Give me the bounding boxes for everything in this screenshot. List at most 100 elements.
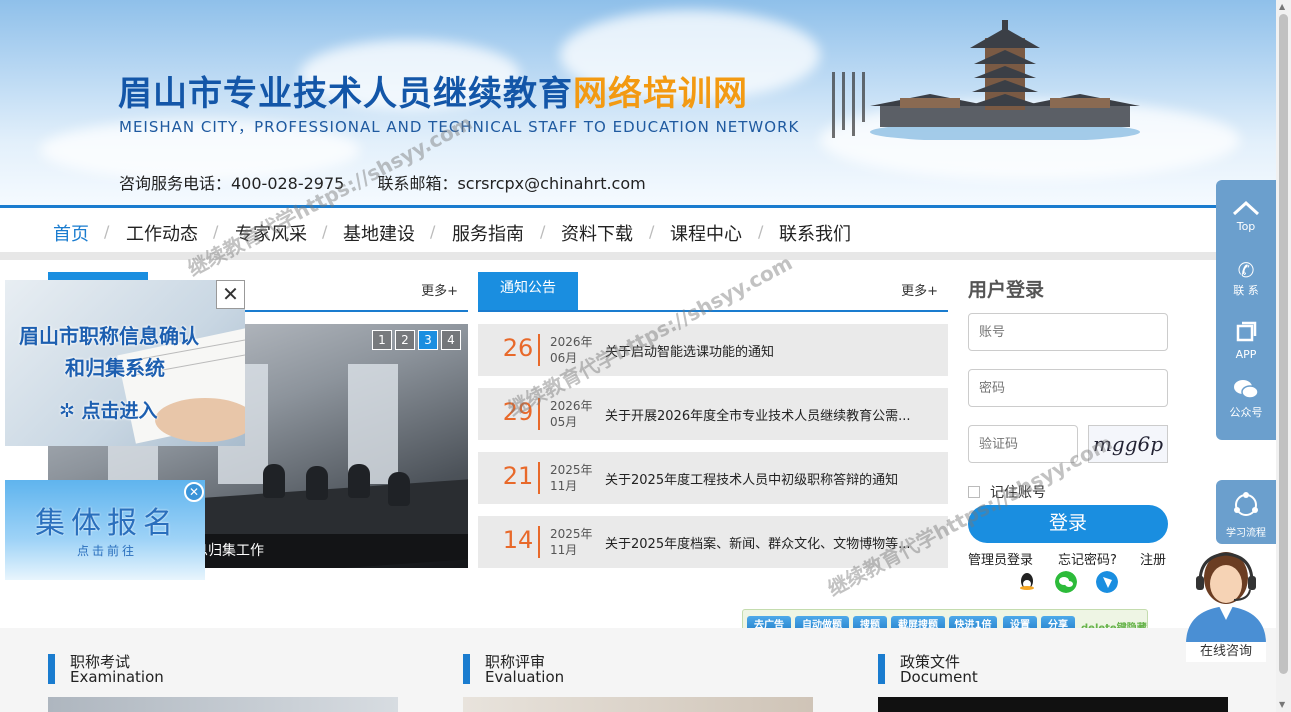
remember-account[interactable]: 记住账号 (968, 482, 1046, 502)
nav-separator: / (430, 222, 436, 241)
slide-person (263, 464, 285, 498)
weibo-icon[interactable] (1096, 571, 1118, 593)
notice-item[interactable]: 26 2026年 06月 关于启动智能选课功能的通知 (478, 324, 948, 376)
wechat-icon[interactable] (1055, 571, 1077, 593)
group-signup-title: 集体报名 (35, 506, 179, 541)
side-app[interactable]: APP (1216, 320, 1276, 361)
notice-year-month: 2025年 11月 (550, 527, 593, 557)
main-nav: 首页 / 工作动态 / 专家风采 / 基地建设 / 服务指南 / 资料下载 / … (0, 208, 1276, 252)
nav-separator: / (649, 222, 655, 241)
side-study-flow[interactable]: 学习流程 (1216, 480, 1276, 544)
title-info-popup[interactable]: 眉山市职称信息确认 和归集系统 ✲ 点击进入 (5, 280, 245, 446)
section-evaluation-head[interactable]: 职称评审 Evaluation (463, 654, 663, 686)
qq-icon[interactable] (1016, 571, 1038, 593)
nav-course-center[interactable]: 课程中心 (670, 220, 742, 246)
notice-day: 21 (502, 462, 534, 490)
nav-separator: / (322, 222, 328, 241)
captcha-input[interactable] (968, 425, 1078, 463)
scrollbar-thumb[interactable] (1279, 14, 1288, 674)
contact-info: 咨询服务电话：400-028-2975 联系邮箱：scrsrcpx@chinah… (119, 170, 674, 194)
group-signup-go: 点击前往 (77, 544, 138, 558)
nav-base-building[interactable]: 基地建设 (343, 220, 415, 246)
section-exam-image[interactable] (48, 697, 398, 712)
nav-contact-us[interactable]: 联系我们 (779, 220, 851, 246)
site-subtitle: MEISHAN CITY，PROFESSIONAL AND TECHNICAL … (119, 118, 800, 136)
right-float-bar: Top ✆ 联 系 APP 公众号 (1216, 180, 1276, 440)
email-address: 联系邮箱：scrsrcpx@chinahrt.com (377, 174, 646, 193)
notice-title[interactable]: 关于2025年度工程技术人员中初级职称答辩的通知 (605, 469, 935, 488)
forgot-password-link[interactable]: 忘记密码? (1058, 549, 1117, 568)
register-link[interactable]: 注册 (1140, 549, 1166, 568)
flow-icon (1234, 492, 1258, 516)
chevron-up-icon (1232, 200, 1260, 216)
slide-person (348, 464, 370, 498)
side-contact[interactable]: ✆ 联 系 (1216, 258, 1276, 298)
section-document-image[interactable] (878, 697, 1228, 712)
slide-page-1[interactable]: 1 (372, 330, 392, 350)
back-to-top[interactable]: Top (1216, 200, 1276, 233)
section-exam-head[interactable]: 职称考试 Examination (48, 654, 248, 686)
section-evaluation-image[interactable] (463, 697, 813, 712)
calligraphy-decoration (828, 72, 868, 142)
notice-year-month: 2025年 11月 (550, 463, 593, 493)
nav-separator: / (104, 222, 110, 241)
notice-title[interactable]: 关于启动智能选课功能的通知 (605, 341, 935, 360)
nav-bottom-bar (0, 252, 1276, 260)
admin-login-link[interactable]: 管理员登录 (968, 549, 1033, 568)
news-more-link[interactable]: 更多+ (421, 280, 458, 299)
notice-divider (538, 398, 540, 430)
notice-year-month: 2026年 05月 (550, 399, 593, 429)
nav-downloads[interactable]: 资料下载 (561, 220, 633, 246)
notice-day: 29 (502, 398, 534, 426)
popup-enter[interactable]: ✲ 点击进入 (59, 396, 158, 423)
notice-divider (538, 526, 540, 558)
scroll-down-arrow-icon[interactable]: ▼ (1279, 700, 1285, 709)
section-marker (463, 654, 470, 684)
slide-page-3[interactable]: 3 (418, 330, 438, 350)
notice-item[interactable]: 29 2026年 05月 关于开展2026年度全市专业技术人员继续教育公需... (478, 388, 948, 440)
section-marker (878, 654, 885, 684)
phone-icon: ✆ (1237, 258, 1255, 282)
login-button[interactable]: 登录 (968, 505, 1168, 543)
close-icon[interactable]: ✕ (216, 280, 245, 309)
nav-separator: / (213, 222, 219, 241)
nav-work-news[interactable]: 工作动态 (126, 220, 198, 246)
section-document-head[interactable]: 政策文件 Document (878, 654, 1078, 686)
notice-day: 14 (502, 526, 534, 554)
nav-separator: / (758, 222, 764, 241)
notice-divider (538, 334, 540, 366)
notice-title[interactable]: 关于2025年度档案、新闻、群众文化、文物博物等... (605, 533, 935, 552)
notice-day: 26 (502, 334, 534, 362)
scroll-up-arrow-icon[interactable]: ▲ (1279, 2, 1285, 11)
nav-experts[interactable]: 专家风采 (235, 220, 307, 246)
nav-service-guide[interactable]: 服务指南 (452, 220, 524, 246)
site-title: 眉山市专业技术人员继续教育网络培训网 (118, 74, 748, 114)
app-icon (1236, 321, 1257, 342)
phone-number: 咨询服务电话：400-028-2975 (119, 174, 345, 193)
wechat-icon (1234, 380, 1259, 399)
close-icon[interactable]: ✕ (184, 482, 204, 502)
notice-item[interactable]: 21 2025年 11月 关于2025年度工程技术人员中初级职称答辩的通知 (478, 452, 948, 504)
remember-checkbox[interactable] (968, 486, 980, 498)
notice-title[interactable]: 关于开展2026年度全市专业技术人员继续教育公需... (605, 405, 935, 424)
notice-year-month: 2026年 06月 (550, 335, 593, 365)
group-signup-popup[interactable]: 集体报名 点击前往 (5, 480, 205, 580)
popup-title-line1: 眉山市职称信息确认 (19, 324, 199, 348)
notice-tab[interactable]: 通知公告 (478, 272, 578, 310)
account-input[interactable] (968, 313, 1168, 351)
popup-title-line2: 和归集系统 (65, 356, 165, 380)
side-wechat[interactable]: 公众号 (1216, 378, 1276, 420)
notice-section-head: 通知公告 更多+ (478, 272, 948, 312)
slide-page-4[interactable]: 4 (441, 330, 461, 350)
online-service[interactable]: 在线咨询 (1186, 540, 1266, 662)
slide-page-2[interactable]: 2 (395, 330, 415, 350)
nav-home[interactable]: 首页 (53, 220, 89, 246)
notice-more-link[interactable]: 更多+ (901, 280, 938, 299)
notice-item[interactable]: 14 2025年 11月 关于2025年度档案、新闻、群众文化、文物博物等... (478, 516, 948, 568)
notice-divider (538, 462, 540, 494)
password-input[interactable] (968, 369, 1168, 407)
slide-person (306, 466, 328, 500)
nav-separator: / (540, 222, 546, 241)
login-title: 用户登录 (968, 279, 1045, 301)
captcha-image[interactable]: mgg6p (1088, 425, 1168, 463)
